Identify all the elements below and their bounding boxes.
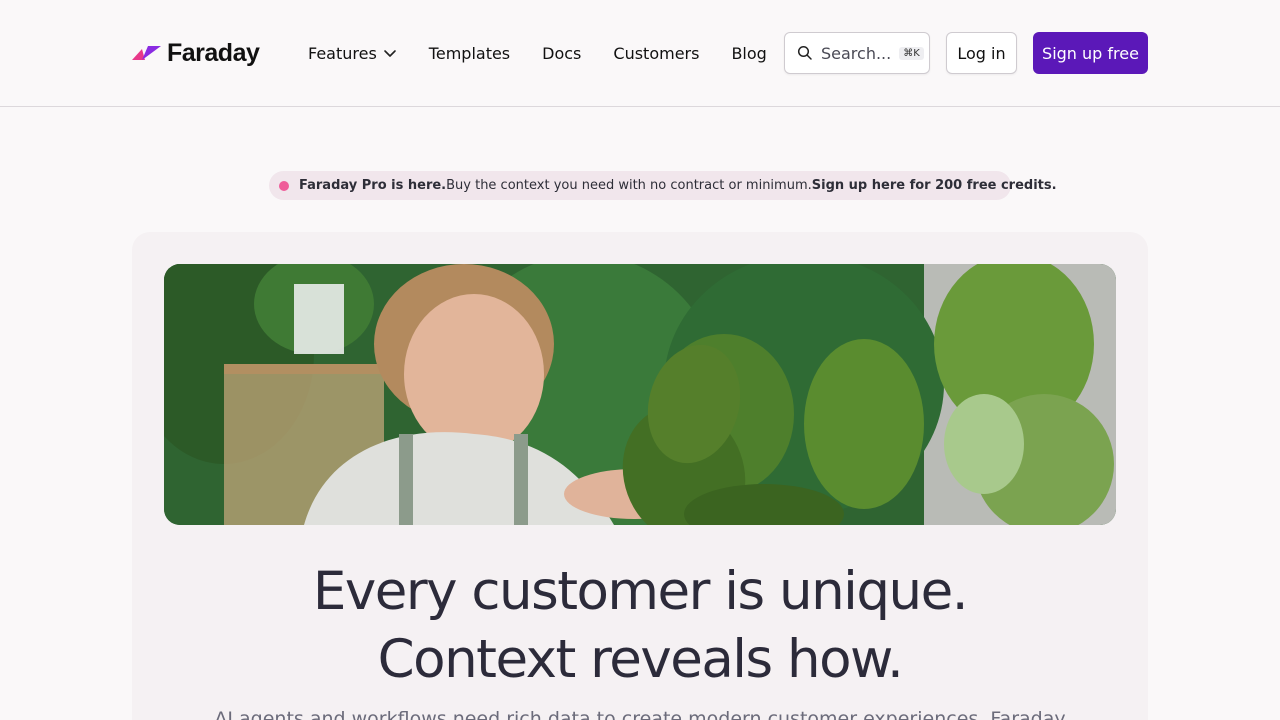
hero-photo <box>164 264 1116 525</box>
hero-title-line1: Every customer is unique. <box>312 561 969 622</box>
banner-lead: Faraday Pro is here. <box>299 178 447 193</box>
search-shortcut-badge: ⌘K <box>899 46 924 60</box>
hero-photo-illustration <box>164 264 1116 525</box>
hero-card: Every customer is unique. Context reveal… <box>132 232 1148 720</box>
login-button[interactable]: Log in <box>946 32 1017 74</box>
nav-customers[interactable]: Customers <box>613 44 699 63</box>
faraday-logo-mark-icon <box>132 46 161 60</box>
nav-features-label: Features <box>308 43 377 63</box>
banner-dot <box>279 180 289 191</box>
hero-title: Every customer is unique. Context reveal… <box>132 558 1148 694</box>
site-header: Faraday Features Templates Docs Customer… <box>0 0 1280 107</box>
search-placeholder: Search... <box>821 43 892 63</box>
nav-features[interactable]: Features <box>308 44 397 63</box>
banner-body: Buy the context you need with no contrac… <box>446 178 812 193</box>
nav-docs[interactable]: Docs <box>542 44 581 63</box>
announcement-banner[interactable]: Faraday Pro is here. Buy the context you… <box>269 171 1057 200</box>
signup-button[interactable]: Sign up free <box>1033 32 1148 74</box>
nav-blog[interactable]: Blog <box>731 44 766 63</box>
nav-templates[interactable]: Templates <box>429 44 510 63</box>
hero-title-line2: Context reveals how. <box>377 629 904 690</box>
brand-logo[interactable]: Faraday <box>132 38 260 68</box>
search-icon <box>797 45 812 60</box>
main-nav: Features Templates Docs Customers Blog <box>308 40 767 66</box>
hero-subtitle: AI agents and workflows need rich data t… <box>214 708 1066 720</box>
search-button[interactable]: Search... ⌘K <box>784 32 930 74</box>
banner-cta: Sign up here for 200 free credits. <box>811 178 1057 193</box>
brand-name: Faraday <box>167 38 260 67</box>
chevron-down-icon <box>383 50 396 57</box>
